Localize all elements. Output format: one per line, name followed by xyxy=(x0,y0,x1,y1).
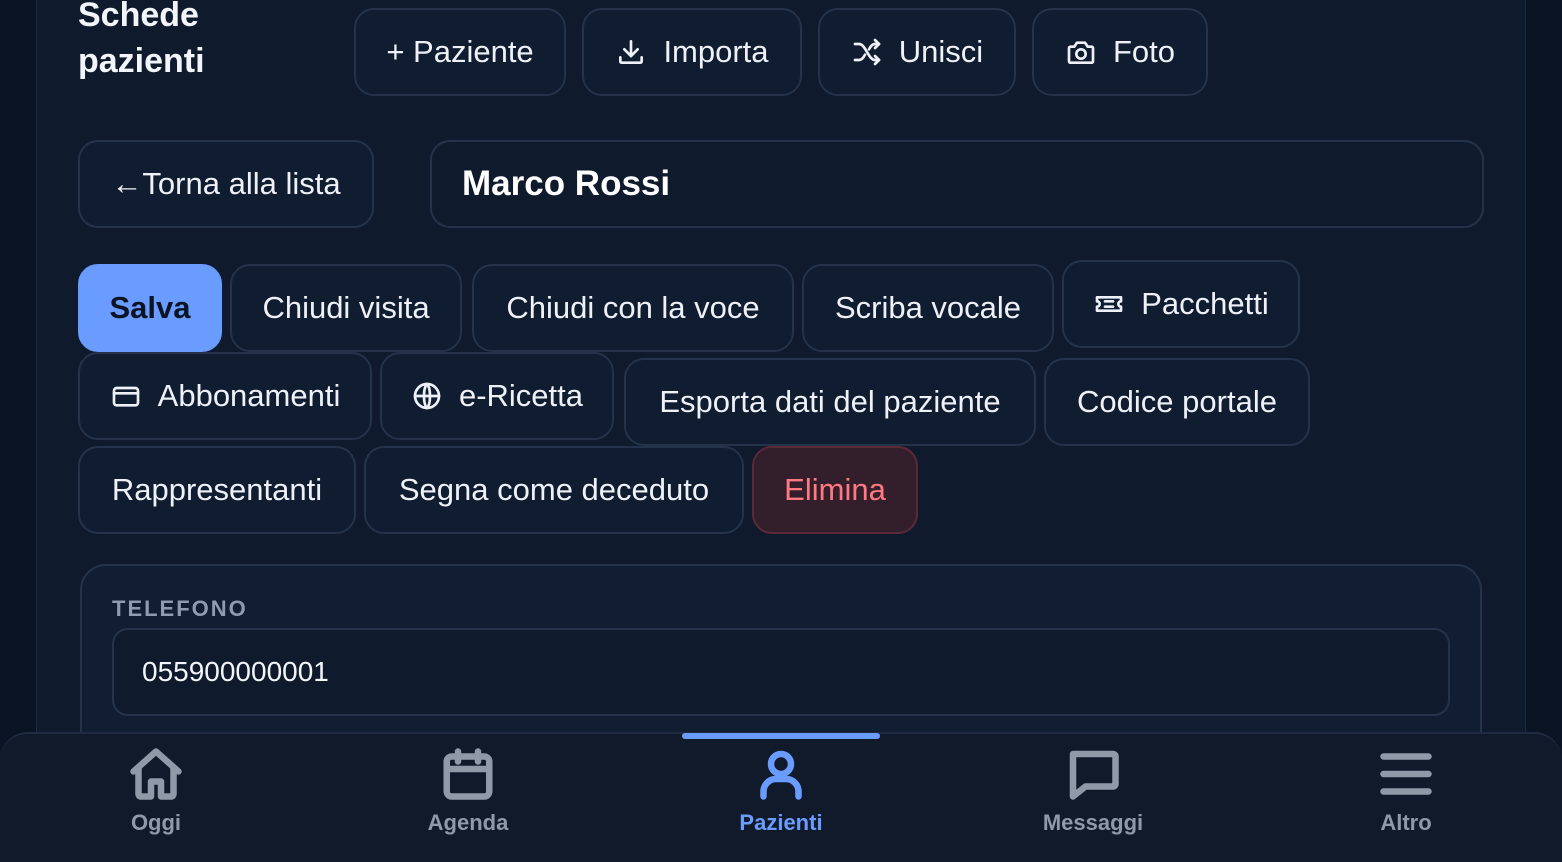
phone-input[interactable]: 055900000001 xyxy=(112,628,1450,716)
nav-item-messaggi[interactable]: Messaggi xyxy=(993,744,1193,836)
add-patient-label: + Paziente xyxy=(386,34,534,69)
home-icon xyxy=(130,748,182,800)
save-button[interactable]: Salva xyxy=(78,264,222,352)
nav-item-label: Pazienti xyxy=(739,810,823,835)
close-visit-button[interactable]: Chiudi visita xyxy=(230,264,462,352)
packages-button[interactable]: Pacchetti xyxy=(1062,260,1300,348)
nav-item-agenda[interactable]: Agenda xyxy=(368,744,568,836)
credit-card-icon xyxy=(112,386,139,407)
subscriptions-button[interactable]: Abbonamenti xyxy=(78,352,372,440)
e-prescription-button[interactable]: e-Ricetta xyxy=(380,352,614,440)
back-to-list-label: ←Torna alla lista xyxy=(111,166,341,201)
nav-item-pazienti[interactable]: Pazienti xyxy=(681,744,881,836)
export-patient-data-button[interactable]: Esporta dati del paziente xyxy=(624,358,1036,446)
page-title: Schede pazienti xyxy=(78,0,205,80)
export-patient-data-label: Esporta dati del paziente xyxy=(659,384,1001,419)
representatives-label: Rappresentanti xyxy=(111,472,323,507)
patient-name-field[interactable]: Marco Rossi xyxy=(430,140,1484,228)
photo-button[interactable]: Foto xyxy=(1032,8,1208,96)
subscriptions-label: Abbonamenti xyxy=(157,378,341,413)
message-icon xyxy=(1069,750,1119,800)
active-tab-indicator xyxy=(682,733,880,739)
close-with-voice-button[interactable]: Chiudi con la voce xyxy=(472,264,794,352)
close-with-voice-label: Chiudi con la voce xyxy=(506,290,760,325)
nav-item-oggi[interactable]: Oggi xyxy=(56,744,256,836)
globe-icon xyxy=(413,382,441,410)
menu-icon xyxy=(1380,753,1432,795)
merge-button[interactable]: Unisci xyxy=(818,8,1016,96)
download-icon xyxy=(619,40,644,64)
import-button[interactable]: Importa xyxy=(582,8,802,96)
nav-item-label: Oggi xyxy=(130,810,182,835)
voice-scribe-label: Scriba vocale xyxy=(834,290,1022,325)
packages-label: Pacchetti xyxy=(1141,286,1269,321)
representatives-button[interactable]: Rappresentanti xyxy=(78,446,356,534)
delete-label: Elimina xyxy=(784,472,886,507)
user-icon xyxy=(760,750,802,800)
nav-item-label: Messaggi xyxy=(1042,810,1144,835)
add-patient-button[interactable]: + Paziente xyxy=(354,8,566,96)
phone-label: TELEFONO xyxy=(112,596,248,621)
portal-code-button[interactable]: Codice portale xyxy=(1044,358,1310,446)
e-prescription-label: e-Ricetta xyxy=(458,378,584,413)
save-label: Salva xyxy=(109,290,191,325)
delete-button[interactable]: Elimina xyxy=(752,446,918,534)
nav-item-label: Agenda xyxy=(427,810,509,835)
mark-deceased-label: Segna come deceduto xyxy=(398,472,710,507)
merge-label: Unisci xyxy=(898,34,984,69)
photo-label: Foto xyxy=(1112,34,1176,69)
portal-code-label: Codice portale xyxy=(1077,384,1277,419)
nav-item-label: Altro xyxy=(1380,810,1432,835)
nav-item-altro[interactable]: Altro xyxy=(1306,744,1506,836)
camera-icon xyxy=(1067,41,1095,64)
voice-scribe-button[interactable]: Scriba vocale xyxy=(802,264,1054,352)
import-label: Importa xyxy=(663,34,769,69)
close-visit-label: Chiudi visita xyxy=(262,290,430,325)
back-to-list-button[interactable]: ←Torna alla lista xyxy=(78,140,374,228)
patient-name: Marco Rossi xyxy=(462,164,671,203)
phone-value: 055900000001 xyxy=(142,656,329,687)
shuffle-icon xyxy=(853,38,881,66)
calendar-icon xyxy=(443,748,493,800)
mark-deceased-button[interactable]: Segna come deceduto xyxy=(364,446,744,534)
ticket-icon xyxy=(1095,296,1123,312)
